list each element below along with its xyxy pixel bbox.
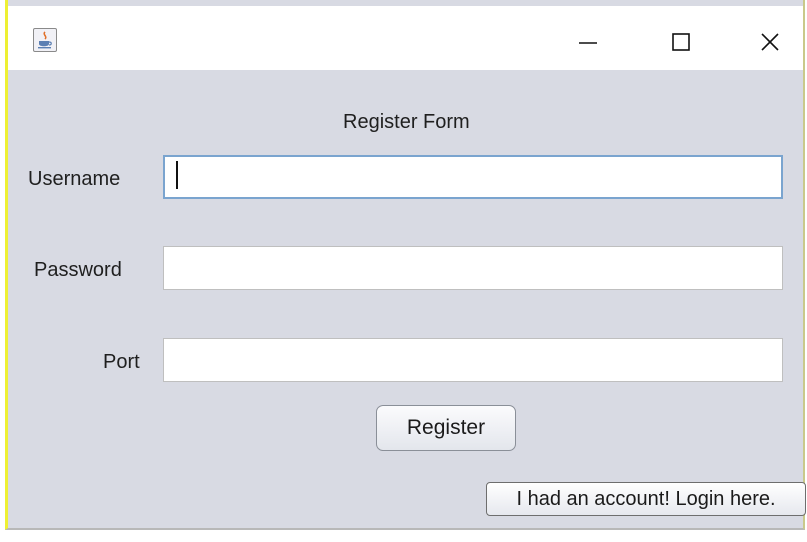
maximize-icon	[672, 33, 690, 51]
register-window: Register Form Username Password Port Reg…	[5, 0, 806, 530]
text-caret	[176, 161, 178, 189]
maximize-button[interactable]	[661, 26, 701, 58]
minimize-icon	[579, 42, 597, 44]
close-icon	[761, 33, 779, 51]
username-label: Username	[28, 168, 121, 190]
java-coffee-icon	[33, 28, 57, 52]
password-field[interactable]	[163, 246, 783, 290]
register-button[interactable]: Register	[376, 405, 516, 451]
port-label: Port	[103, 351, 140, 373]
username-field[interactable]	[163, 155, 783, 199]
port-field[interactable]	[163, 338, 783, 382]
login-link-button[interactable]: I had an account! Login here.	[486, 482, 806, 516]
form-title: Register Form	[343, 111, 470, 133]
title-bar	[8, 6, 803, 70]
minimize-button[interactable]	[568, 26, 608, 58]
close-button[interactable]	[750, 26, 790, 58]
password-label: Password	[34, 259, 122, 281]
